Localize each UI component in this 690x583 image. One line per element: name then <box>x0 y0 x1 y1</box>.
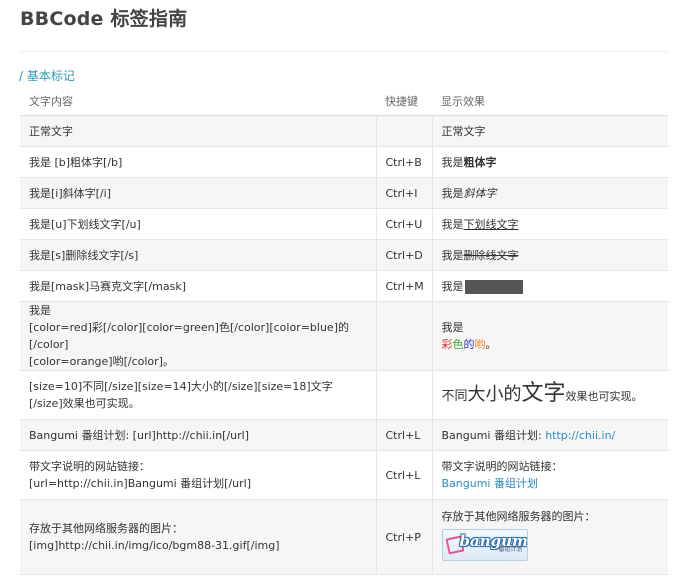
row-content: 正常文字 <box>20 115 376 147</box>
logo-sub: 番组计划 <box>498 546 523 553</box>
content-line: 存放于其他网络服务器的图片： <box>29 522 183 535</box>
row-content: 我是[mask]马赛克文字[/mask] <box>20 270 376 302</box>
effect-line: 带文字说明的网站链接： <box>441 460 563 473</box>
bangumi-logo-image: bangumi 番组计划 <box>441 529 528 561</box>
green-text: 色 <box>452 338 464 351</box>
row-shortcut: Ctrl+P <box>375 499 433 575</box>
row-shortcut: Ctrl+M <box>375 270 433 302</box>
row-effect: 存放于其他网络服务器的图片： bangumi 番组计划 <box>432 499 668 575</box>
table-header-row: 文字内容 快捷键 显示效果 <box>20 86 668 116</box>
content-line: [color=red]彩[/color][color=green]色[/colo… <box>29 321 349 351</box>
header-shortcut: 快捷键 <box>385 94 418 108</box>
title-divider <box>20 51 668 52</box>
row-content: Bangumi 番组计划: [url]http://chii.in[/url] <box>20 419 376 451</box>
row-content: 我是[s]删除线文字[/s] <box>20 239 376 271</box>
table-row-normal: 正常文字 正常文字 <box>20 115 668 147</box>
effect-colored-line: 彩色的哟。 <box>442 336 669 353</box>
header-effect: 显示效果 <box>441 94 485 108</box>
row-effect: 我是 <box>432 270 668 302</box>
row-shortcut: Ctrl+D <box>375 239 433 271</box>
table-row-mask: 我是[mask]马赛克文字[/mask] Ctrl+M 我是 <box>20 270 668 302</box>
red-text: 彩 <box>441 338 453 351</box>
size14-text: 大小的 <box>467 384 522 405</box>
chii-link[interactable]: http://chii.in/ <box>545 429 615 442</box>
row-effect: Bangumi 番组计划: http://chii.in/ <box>432 419 668 451</box>
row-content: 我是 [color=red]彩[/color][color=green]色[/c… <box>20 301 376 371</box>
content-line: [url=http://chii.in]Bangumi 番组计划[/url] <box>29 477 252 490</box>
row-effect: 带文字说明的网站链接： Bangumi 番组计划 <box>432 450 668 500</box>
content-line: 我是 <box>29 304 51 317</box>
effect-prefix: 我是 <box>441 279 464 293</box>
table-row-bold: 我是 [b]粗体字[/b] Ctrl+B 我是粗体字 <box>20 146 668 178</box>
italic-text: 斜体字 <box>463 186 497 200</box>
effect-prefix: 我是 <box>441 248 464 262</box>
strike-text: 删除线文字 <box>463 248 519 262</box>
row-shortcut: Ctrl+B <box>375 146 433 178</box>
table-row-img: 存放于其他网络服务器的图片： [img]http://chii.in/img/i… <box>20 499 668 575</box>
size-tail-text: 效果也可实现。 <box>565 390 643 403</box>
blue-text: 的 <box>463 338 475 351</box>
row-shortcut <box>375 370 433 420</box>
row-effect: 我是 彩色的哟。 <box>432 301 669 371</box>
row-content: 存放于其他网络服务器的图片： [img]http://chii.in/img/i… <box>20 499 376 575</box>
row-shortcut <box>375 115 433 147</box>
end-punct: 。 <box>485 338 497 351</box>
row-effect: 正常文字 <box>432 115 668 147</box>
size10-text: 不同 <box>441 389 468 404</box>
row-shortcut <box>375 301 433 371</box>
content-line: 带文字说明的网站链接： <box>29 460 150 473</box>
row-effect: 不同大小的文字效果也可实现。 <box>432 370 668 420</box>
effect-line: 我是 <box>441 321 464 334</box>
bbcode-table: 文字内容 快捷键 显示效果 正常文字 正常文字 我是 [b]粗体字[/b] Ct… <box>20 86 668 575</box>
effect-line: 存放于其他网络服务器的图片： <box>441 510 596 523</box>
row-effect: 我是删除线文字 <box>432 239 668 271</box>
table-row-url-desc: 带文字说明的网站链接： [url=http://chii.in]Bangumi … <box>20 450 668 500</box>
table-row-italic: 我是[i]斜体字[/i] Ctrl+I 我是斜体字 <box>20 177 668 209</box>
effect-prefix: 我是 <box>441 217 464 231</box>
effect-prefix: 我是 <box>441 186 464 200</box>
bold-text: 粗体字 <box>463 155 497 169</box>
effect-prefix: Bangumi 番组计划: <box>441 428 546 442</box>
bangumi-link[interactable]: Bangumi 番组计划 <box>442 477 538 490</box>
section-link-basic[interactable]: / 基本标记 <box>19 67 75 84</box>
size18-text: 文字 <box>521 381 566 406</box>
row-effect: 我是下划线文字 <box>432 208 668 240</box>
content-line: [img]http://chii.in/img/ico/bgm88-31.gif… <box>29 539 280 552</box>
row-effect: 我是斜体字 <box>432 177 668 209</box>
row-shortcut: Ctrl+U <box>375 208 433 240</box>
underline-text: 下划线文字 <box>463 217 519 231</box>
row-shortcut: Ctrl+L <box>375 419 433 451</box>
page-title: BBCode 标签指南 <box>20 8 188 30</box>
row-shortcut: Ctrl+L <box>375 450 433 500</box>
table-row-size: [size=10]不同[/size][size=14]大小的[/size][si… <box>20 370 668 420</box>
row-content: 我是[u]下划线文字[/u] <box>20 208 376 240</box>
row-content: 我是 [b]粗体字[/b] <box>20 146 376 178</box>
table-row-underline: 我是[u]下划线文字[/u] Ctrl+U 我是下划线文字 <box>20 208 668 240</box>
row-content: [size=10]不同[/size][size=14]大小的[/size][si… <box>20 370 376 420</box>
row-content: 带文字说明的网站链接： [url=http://chii.in]Bangumi … <box>20 450 376 500</box>
row-content: 我是[i]斜体字[/i] <box>20 177 376 209</box>
table-row-url: Bangumi 番组计划: [url]http://chii.in[/url] … <box>20 419 668 451</box>
header-content: 文字内容 <box>29 94 73 108</box>
orange-text: 哟 <box>474 338 486 351</box>
mask-block[interactable] <box>464 279 523 294</box>
table-row-color: 我是 [color=red]彩[/color][color=green]色[/c… <box>20 301 669 371</box>
effect-prefix: 我是 <box>441 155 464 169</box>
table-row-strike: 我是[s]删除线文字[/s] Ctrl+D 我是删除线文字 <box>20 239 668 271</box>
row-effect: 我是粗体字 <box>432 146 668 178</box>
content-line: [color=orange]哟[/color]。 <box>29 355 174 368</box>
row-shortcut: Ctrl+I <box>375 177 433 209</box>
